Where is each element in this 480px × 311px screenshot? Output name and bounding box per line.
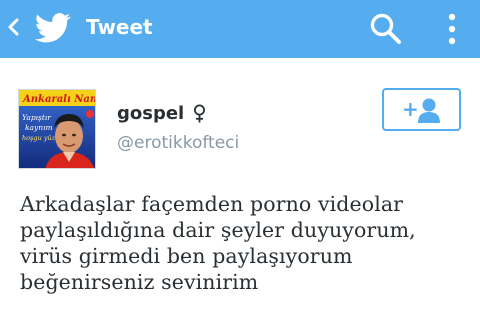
avatar-subtitle-1: Yapıştır [22,113,51,122]
tweet-line: paylaşıldığına dair şeyler duyuyorum, [20,218,416,242]
follow-plus: + [402,97,419,121]
page-title: Tweet [86,15,153,39]
tweet-line: Arkadaşlar façemden porno videolar [20,192,404,216]
chevron-left-icon[interactable] [6,16,20,38]
tweet-text: Arkadaşlar façemden porno videolar payla… [20,191,470,295]
female-symbol-icon [194,104,206,123]
twitter-bird-icon[interactable] [34,13,72,43]
tweet-line: virüs girmedi ben paylaşıyorum [20,244,353,268]
follow-button[interactable]: + [382,88,461,131]
avatar-subtitle-3: hoşgu yüzü [22,134,59,142]
avatar[interactable]: Ankaralı Namık Yapıştır kaynım hoşgu yüz… [18,89,96,169]
more-vertical-icon[interactable] [445,12,459,46]
add-user-icon: + [402,97,440,123]
app-bar: Tweet [0,0,480,58]
tweet-line: beğenirseniz sevinirim [20,270,259,294]
user-name-row: gospel [117,103,206,124]
user-handle[interactable]: @erotikkofteci [117,133,239,153]
search-icon[interactable] [369,12,403,46]
avatar-title: Ankaralı Namık [22,94,96,105]
avatar-subtitle-2: kaynım [25,123,53,132]
user-name[interactable]: gospel [117,103,184,124]
